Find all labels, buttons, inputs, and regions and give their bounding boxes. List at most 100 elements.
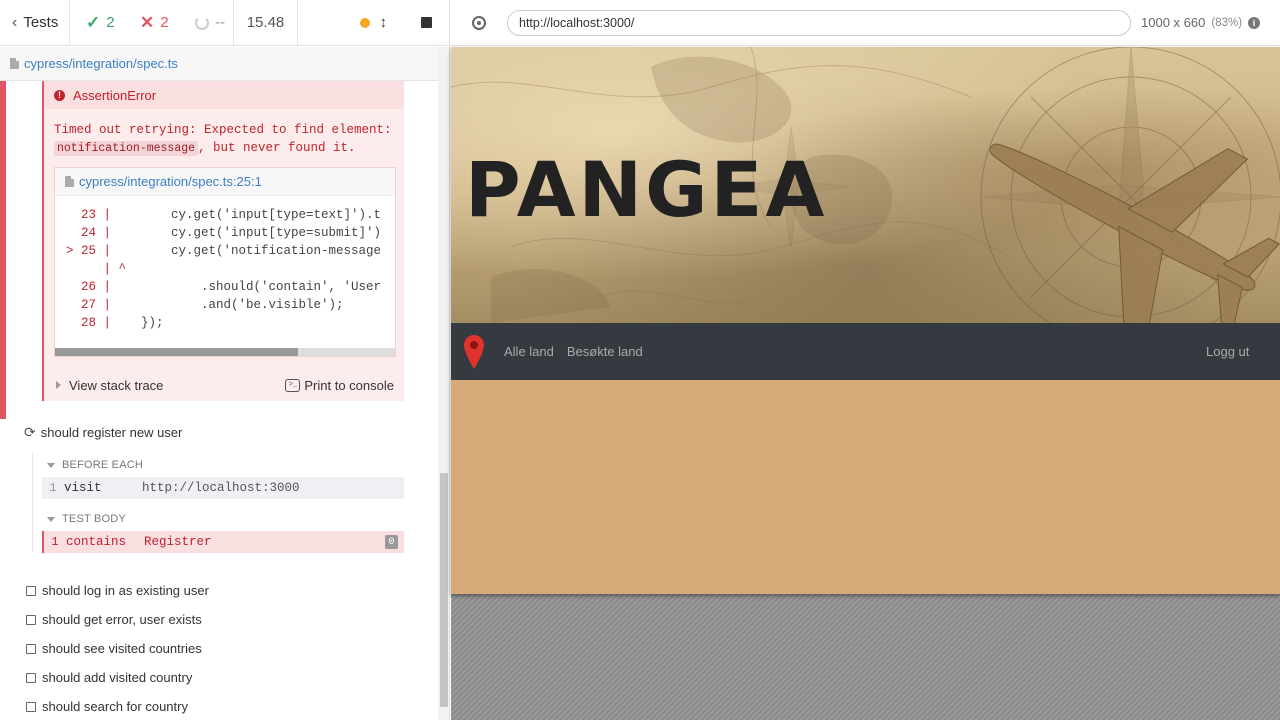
info-icon: i bbox=[1248, 16, 1261, 29]
reporter-panel: ‹ Tests ✓ 2 ✕ 2 -- 15.48 ↕ cypress/integ… bbox=[0, 0, 450, 720]
aut-header: http://localhost:3000/ 1000 x 660 (83%) … bbox=[451, 0, 1280, 46]
alert-icon: ! bbox=[54, 89, 65, 101]
pending-checkbox-icon bbox=[26, 643, 36, 654]
code-frame-scrollbar[interactable] bbox=[55, 348, 395, 356]
code-frame-link[interactable]: cypress/integration/spec.ts:25:1 bbox=[79, 174, 262, 189]
test-item[interactable]: should see visited countries bbox=[26, 634, 209, 663]
pending-number: -- bbox=[215, 14, 225, 31]
code-line-text: cy.get('input[type=text]').t bbox=[111, 208, 382, 222]
command-number: 1 bbox=[51, 535, 59, 549]
code-line-text: .and('be.visible'); bbox=[111, 298, 344, 312]
test-title: should get error, user exists bbox=[42, 612, 202, 627]
nav-link-all-countries[interactable]: Alle land bbox=[504, 344, 554, 359]
before-each-label: BEFORE EACH bbox=[62, 459, 144, 471]
file-icon bbox=[10, 58, 19, 69]
cypress-runner: ‹ Tests ✓ 2 ✕ 2 -- 15.48 ↕ cypress/integ… bbox=[0, 0, 1280, 720]
file-icon bbox=[65, 176, 74, 187]
back-label: Tests bbox=[23, 14, 59, 31]
code-line-gutter: 23 | bbox=[80, 208, 111, 222]
nav-link-visited-countries[interactable]: Besøkte land bbox=[567, 344, 643, 359]
command-name: visit bbox=[64, 481, 102, 495]
failed-command-row[interactable]: 1 contains Registrer 0 bbox=[42, 531, 404, 553]
command-name: contains bbox=[66, 535, 127, 549]
code-line-gutter: 26 | bbox=[80, 280, 111, 294]
hooks: BEFORE EACH 1 visit http://localhost:300… bbox=[32, 453, 404, 553]
code-line-gutter: | bbox=[103, 262, 111, 276]
auto-scroll-toggle-icon[interactable]: ↕ bbox=[380, 14, 388, 31]
stop-icon[interactable] bbox=[421, 17, 432, 28]
error-footer: View stack trace >_ Print to console bbox=[44, 369, 404, 401]
test-title: should add visited country bbox=[42, 670, 193, 685]
status-dot-icon bbox=[359, 17, 370, 28]
pending-checkbox-icon bbox=[26, 701, 36, 712]
failed-number: 2 bbox=[160, 14, 169, 31]
test-body-hook-toggle[interactable]: TEST BODY bbox=[33, 507, 404, 531]
hero-banner: PANGEA bbox=[451, 47, 1280, 323]
test-title: should see visited countries bbox=[42, 641, 202, 656]
viewport-info[interactable]: 1000 x 660 (83%) i bbox=[1141, 15, 1261, 30]
logout-link[interactable]: Logg ut bbox=[1206, 344, 1280, 359]
spec-bar: cypress/integration/spec.ts bbox=[0, 47, 438, 81]
print-to-console-button[interactable]: >_ Print to console bbox=[285, 378, 394, 393]
run-controls: ↕ bbox=[298, 0, 449, 46]
failed-test-stripe bbox=[0, 81, 6, 419]
before-each-hook-toggle[interactable]: BEFORE EACH bbox=[33, 453, 404, 477]
reporter-scrollbar[interactable] bbox=[438, 47, 449, 720]
code-frame-header: cypress/integration/spec.ts:25:1 bbox=[55, 168, 395, 196]
error-message-tail: , but never found it. bbox=[198, 141, 356, 155]
command-message: http://localhost:3000 bbox=[142, 481, 300, 495]
duration: 15.48 bbox=[234, 0, 298, 46]
error-message-text: Timed out retrying: Expected to find ele… bbox=[54, 123, 392, 137]
error-title: AssertionError bbox=[73, 87, 157, 103]
test-item[interactable]: should log in as existing user bbox=[26, 576, 209, 605]
code-line: 26 | .should('contain', 'User bbox=[55, 278, 395, 296]
test-item[interactable]: should add visited country bbox=[26, 663, 209, 692]
element-count-badge: 0 bbox=[385, 535, 398, 549]
running-test-title[interactable]: ⟳ should register new user bbox=[24, 424, 182, 441]
terminal-icon: >_ bbox=[285, 378, 301, 392]
url-bar[interactable]: http://localhost:3000/ bbox=[507, 9, 1131, 36]
spec-link[interactable]: cypress/integration/spec.ts bbox=[24, 56, 178, 71]
stats-bar: ‹ Tests ✓ 2 ✕ 2 -- 15.48 ↕ bbox=[0, 0, 449, 46]
code-line-text: cy.get('input[type=submit]') bbox=[111, 226, 382, 240]
back-to-tests-button[interactable]: ‹ Tests bbox=[0, 0, 70, 46]
running-test-label: should register new user bbox=[40, 425, 183, 440]
passed-count: ✓ 2 bbox=[70, 0, 132, 46]
code-line-text: cy.get('notification-message bbox=[111, 244, 382, 258]
passed-number: 2 bbox=[106, 14, 115, 31]
view-stack-trace-button[interactable]: View stack trace bbox=[56, 378, 163, 393]
code-line: 28 | }); bbox=[55, 314, 395, 332]
code-frame-scroll-thumb[interactable] bbox=[55, 348, 298, 356]
code-line-text: }); bbox=[111, 316, 164, 330]
check-icon: ✓ bbox=[86, 12, 101, 32]
command-row[interactable]: 1 visit http://localhost:3000 bbox=[42, 477, 404, 499]
test-title: should search for country bbox=[42, 699, 188, 714]
test-list: should log in as existing user should ge… bbox=[26, 576, 209, 720]
caret-right-icon bbox=[56, 381, 61, 389]
command-number: 1 bbox=[49, 481, 57, 495]
app-title: PANGEA bbox=[465, 145, 828, 234]
viewport-size: 1000 x 660 bbox=[1141, 15, 1206, 30]
code-frame: cypress/integration/spec.ts:25:1 23 | cy… bbox=[54, 167, 396, 357]
test-body-label: TEST BODY bbox=[62, 513, 126, 525]
viewport-scale: (83%) bbox=[1211, 16, 1243, 29]
chevron-left-icon: ‹ bbox=[12, 13, 18, 31]
selector-playground-button[interactable] bbox=[451, 15, 507, 30]
command-message: Registrer bbox=[144, 535, 212, 549]
failed-count: ✕ 2 bbox=[132, 0, 187, 46]
pending-checkbox-icon bbox=[26, 672, 36, 683]
code-line-gutter: > 25 | bbox=[65, 244, 111, 258]
reporter-scroll-thumb[interactable] bbox=[440, 473, 448, 707]
app-page: PANGEA Alle land Besøkte land Logg ut bbox=[451, 47, 1280, 594]
pending-count: -- bbox=[187, 0, 234, 46]
map-pin-icon[interactable] bbox=[451, 334, 495, 369]
error-header: ! AssertionError bbox=[44, 81, 404, 109]
refresh-icon: ⟳ bbox=[24, 424, 36, 440]
code-line-gutter: 28 | bbox=[80, 316, 111, 330]
code-line: 23 | cy.get('input[type=text]').t bbox=[55, 206, 395, 224]
error-selector: notification-message bbox=[54, 141, 199, 156]
x-icon: ✕ bbox=[140, 12, 155, 32]
test-item[interactable]: should get error, user exists bbox=[26, 605, 209, 634]
test-title: should log in as existing user bbox=[42, 583, 209, 598]
test-item[interactable]: should search for country bbox=[26, 692, 209, 720]
